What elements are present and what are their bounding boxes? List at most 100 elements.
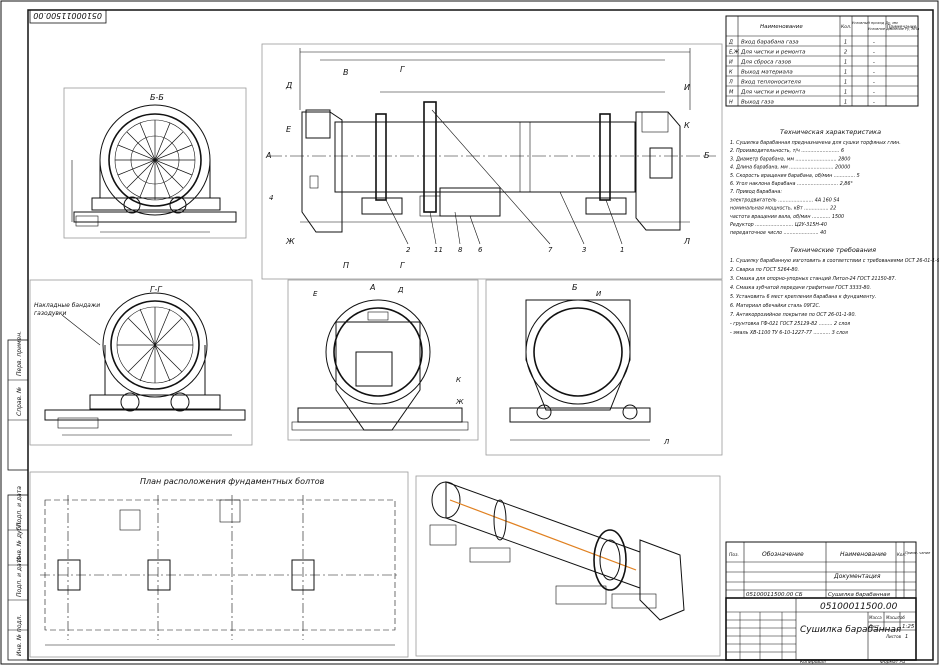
fittings-row-cell: 2 <box>844 50 847 56</box>
marker-view-a: А <box>265 151 271 160</box>
view-label-a: А <box>369 283 375 292</box>
title-sheet-label: Лист <box>868 624 880 629</box>
marker-l: Л <box>683 237 690 246</box>
fittings-row-cell: Для чистки и ремонта <box>740 90 806 96</box>
marker-pos-6: 6 <box>478 246 483 254</box>
tech-spec-line: 1. Сушилка барабанная предназначена для … <box>730 140 901 146</box>
fittings-row-cell: - <box>873 50 875 56</box>
fittings-row-cell: Для сброса газов <box>740 60 791 66</box>
view-a-marker-zh: Ж <box>455 398 464 406</box>
fittings-row-cell: К <box>729 70 733 76</box>
tech-req-line: 1. Сушилку барабанную изготовить в соотв… <box>730 258 939 264</box>
marker-pos-11: 11 <box>434 246 443 254</box>
spec-doc-name: Сушилка барабанная <box>828 592 891 598</box>
foundation-title: План расположения фундаментных болтов <box>140 477 325 486</box>
drawing-sheet: 05100011500.00 Перв. примен. Справ. № По… <box>0 0 939 665</box>
fittings-header-qty: Кол. <box>841 24 851 30</box>
side-stamp-ref-no: Справ. № <box>16 387 23 416</box>
view-a-marker-d: Д <box>397 286 404 294</box>
title-sheets-label: Листов <box>885 634 902 639</box>
fittings-row-cell: Выход материала <box>741 70 793 76</box>
title-mass-label: Масса <box>869 615 882 620</box>
view-label-bb: Б-Б <box>150 93 164 102</box>
fittings-row-cell: Вход теплоносителя <box>741 80 802 86</box>
fittings-row-cell: - <box>873 90 875 96</box>
fittings-row-cell: - <box>873 40 875 46</box>
title-sheets-value: 1 <box>905 634 908 640</box>
tech-req-line: 2. Сварка по ГОСТ 5264-80. <box>730 267 799 273</box>
view-main-elevation: А Б Д Е Ж И К Л В Г П Г 4 2 11 8 6 7 3 1 <box>261 43 723 280</box>
tech-spec-line: Редуктор ......................... Ц2У-3… <box>730 222 827 228</box>
title-copied: Копировал <box>800 659 826 665</box>
marker-d: Д <box>285 81 292 90</box>
tech-spec-line: 3. Диаметр барабана, мм ................… <box>730 156 850 162</box>
fittings-row-cell: - <box>873 60 875 66</box>
tech-req-line: 3. Смазка для опорно-упорных станций Лит… <box>730 276 896 282</box>
fittings-row-cell: М <box>729 90 734 96</box>
tech-spec-title: Техническая характеристика <box>780 128 881 136</box>
fittings-row-cell: - <box>873 100 875 106</box>
marker-i: И <box>684 83 690 92</box>
fittings-row-cell: Д <box>728 40 733 46</box>
fittings-row-cell: 1 <box>844 60 847 66</box>
marker-view-b: Б <box>704 151 710 160</box>
tech-spec-line: частота вращения вала, об/мин ..........… <box>730 214 844 220</box>
view-foundation-plan: План расположения фундаментных болтов <box>29 471 409 658</box>
marker-cut-p-bottom: П <box>343 261 349 270</box>
spec-section-docs: Документация <box>833 573 881 580</box>
title-format: Формат А1 <box>880 659 906 665</box>
marker-k: К <box>684 121 690 130</box>
tech-req-line: 4. Смазка зубчатой передачи графитная ГО… <box>730 285 871 291</box>
gg-leader-note-1: Накладные бандажи <box>34 302 100 309</box>
fittings-row-cell: 1 <box>844 90 847 96</box>
fittings-row-cell: Вход барабана газа <box>741 40 799 46</box>
view-b-marker-l: Л <box>663 438 670 446</box>
marker-pos-7: 7 <box>548 246 553 254</box>
view-section-bb: Б-Б <box>63 87 247 239</box>
spec-header-note: Приме- чание <box>905 551 930 555</box>
tech-spec-line: номинальная мощность, кВт ..............… <box>730 206 836 212</box>
view-b: Б И Л <box>485 279 723 456</box>
fittings-row-cell: Е,Ж <box>729 50 740 56</box>
tech-spec-line: 5. Скорость вращения барабана, об/мин ..… <box>730 173 860 179</box>
side-stamp-ref-use: Перв. примен. <box>16 331 23 376</box>
fittings-row-cell: 1 <box>844 40 847 46</box>
view-isometric <box>415 475 721 657</box>
fittings-row-cell: 1 <box>844 80 847 86</box>
marker-pos-2: 2 <box>406 246 411 254</box>
spec-header-name: Наименование <box>840 551 887 558</box>
view-a: А Е Д К Ж <box>287 279 479 441</box>
title-designation: 05100011500.00 <box>820 602 898 612</box>
marker-pos-3: 3 <box>582 246 586 254</box>
side-stamp-sign-date-2: Подп. и дата <box>16 556 23 597</box>
fittings-row-cell: 1 <box>844 100 847 106</box>
tech-spec-line: 4. Длина барабана, мм ..................… <box>730 165 850 171</box>
side-stamp-inv-orig: Инв. № подл. <box>16 615 23 656</box>
tech-req-line: 6. Материал обечайки сталь 09Г2С. <box>730 303 820 309</box>
fittings-row-cell: - <box>873 70 875 76</box>
tech-req-line: - эмаль ХВ-1100 ТУ 6-10-1227-77 ........… <box>730 330 848 336</box>
tech-req-line: - грунтовка ГФ-021 ГОСТ 25129-82 .......… <box>730 321 850 327</box>
spec-header-pos: Поз. <box>729 552 739 558</box>
marker-pos-4: 4 <box>269 194 273 202</box>
gg-leader-note-2: газодувки <box>34 310 67 317</box>
view-label-b: Б <box>572 283 578 292</box>
tech-req-line: 7. Антикоррозийное покрытие по ОСТ 26-01… <box>730 312 856 318</box>
tech-spec-line: передаточное число .....................… <box>730 230 826 236</box>
tech-spec-line: электродвигатель .......................… <box>730 197 839 203</box>
marker-cut-g-top: Г <box>400 65 405 74</box>
tech-spec-line: 6. Угол наклона барабана ...............… <box>730 181 853 187</box>
spec-doc-number: 05100011500.00 СБ <box>746 592 803 598</box>
title-scale-label: Масштаб <box>886 615 906 620</box>
spec-header-designation: Обозначение <box>762 551 804 558</box>
fittings-header-note: Примечание <box>887 24 917 30</box>
top-stamp-number: 05100011500.00 <box>33 11 102 20</box>
marker-cut-v-top: В <box>343 68 349 77</box>
fittings-row-cell: 1 <box>844 70 847 76</box>
fittings-row-cell: - <box>873 80 875 86</box>
fittings-header-name: Наименование <box>760 24 803 30</box>
fittings-row-cell: Н <box>729 100 733 106</box>
fittings-row-cell: Для чистки и ремонта <box>740 50 806 56</box>
side-stamp-sign-date-1: Подп. и дата <box>16 486 23 527</box>
view-b-marker-i: И <box>596 290 602 298</box>
